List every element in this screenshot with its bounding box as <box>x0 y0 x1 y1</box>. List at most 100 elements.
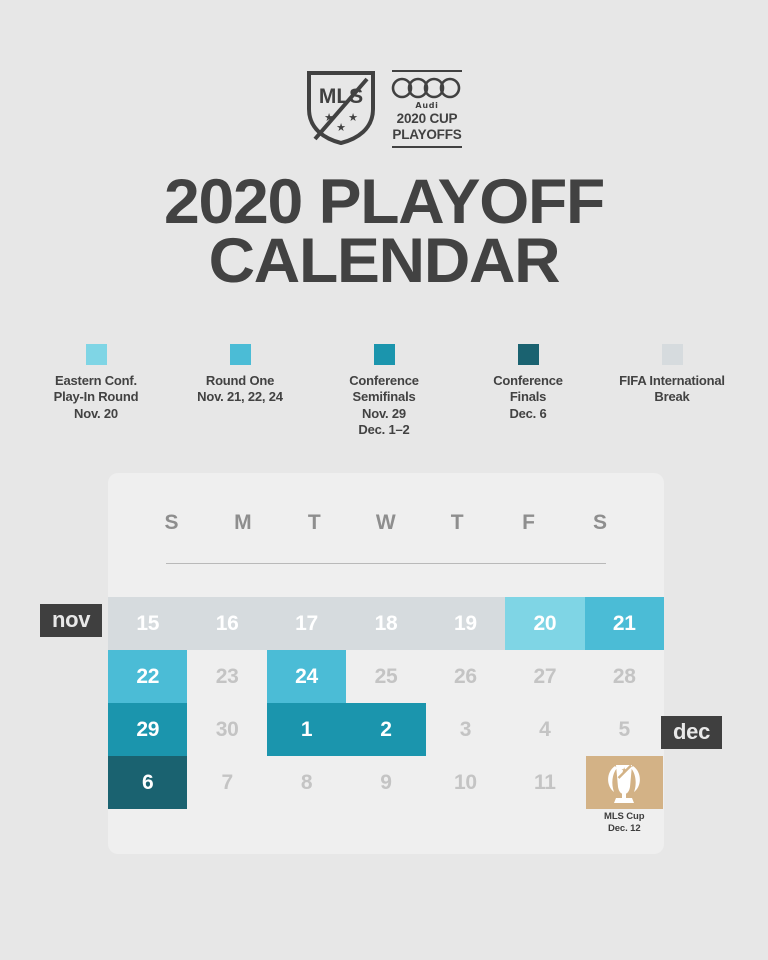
calendar-day-cell[interactable]: 5 <box>585 703 664 756</box>
legend-item-play-in: Eastern Conf. Play-In Round Nov. 20 <box>24 344 168 422</box>
calendar-day-cell[interactable]: 25 <box>346 650 425 703</box>
legend-item-fifa-break: FIFA International Break <box>600 344 744 406</box>
day-number: 5 <box>618 717 631 741</box>
mls-cup-cell[interactable]: ★ MLS Cup Dec. 12 <box>585 756 664 834</box>
day-number: 26 <box>454 664 477 688</box>
day-header-sun: S <box>164 511 179 534</box>
audi-top-rule <box>392 70 462 72</box>
audi-rings-icon <box>391 77 461 99</box>
mls-shield-icon: MLS ★ ★ ★ <box>307 71 375 146</box>
day-number: 19 <box>454 611 477 635</box>
calendar-day-cell[interactable]: 11 <box>505 756 584 809</box>
logo-lockup: MLS ★ ★ ★ Audi 2020 CUP PLAYOFFS <box>0 68 768 149</box>
calendar-day-cell[interactable]: 9 <box>346 756 425 809</box>
legend-item-conference-finals: Conference Finals Dec. 6 <box>456 344 600 422</box>
day-number: 30 <box>215 717 239 741</box>
calendar-day-cell[interactable]: 19 <box>425 597 506 650</box>
calendar-day-cell[interactable]: 20 <box>505 597 585 650</box>
calendar-day-cell[interactable]: 23 <box>187 650 266 703</box>
calendar-day-cell[interactable]: 18 <box>346 597 426 650</box>
calendar-day-cell[interactable]: 29 <box>108 703 188 756</box>
day-number: 6 <box>142 770 154 794</box>
calendar-day-cell[interactable]: 16 <box>187 597 267 650</box>
legend-item-round-one: Round One Nov. 21, 22, 24 <box>168 344 312 406</box>
audi-cup-line2: PLAYOFFS <box>392 127 462 143</box>
day-number: 15 <box>136 611 160 635</box>
mls-cup-caption: MLS Cup Dec. 12 <box>585 811 664 835</box>
audi-wordmark: Audi <box>415 101 439 110</box>
page-title: 2020 PLAYOFF CALENDAR <box>0 171 768 296</box>
day-header-fri: F <box>522 511 536 534</box>
calendar-day-cell[interactable]: 4 <box>505 703 584 756</box>
day-number: 9 <box>380 770 392 794</box>
legend-swatch-conference-finals <box>517 344 539 365</box>
calendar-day-cell[interactable]: 15 <box>108 597 188 650</box>
day-number: 7 <box>221 770 233 794</box>
legend-swatch-conference-semifinals <box>373 344 395 365</box>
legend-label-play-in: Eastern Conf. Play-In Round <box>53 373 139 405</box>
calendar-day-cell[interactable]: 28 <box>585 650 664 703</box>
mls-cup-trophy-icon: ★ <box>608 764 641 803</box>
day-number: 20 <box>533 611 557 635</box>
legend-swatch-fifa-break <box>661 344 683 365</box>
day-number: 24 <box>295 664 318 688</box>
legend-swatch-round-one <box>229 344 251 365</box>
calendar-day-cell[interactable]: 22 <box>108 650 188 703</box>
calendar-header-divider <box>166 563 606 564</box>
calendar-panel: S M T W T F S 15 16 17 18 19 20 21 22 23… <box>108 473 664 854</box>
calendar-day-cell[interactable]: 6 <box>108 756 188 809</box>
calendar-day-cell[interactable]: 1 <box>266 703 347 756</box>
day-number: 27 <box>533 664 557 688</box>
audi-playoffs-lockup: Audi 2020 CUP PLAYOFFS <box>391 68 463 149</box>
day-number: 17 <box>295 611 318 635</box>
day-number: 16 <box>215 611 239 635</box>
legend-dates-play-in: Nov. 20 <box>74 405 118 421</box>
calendar-weeks: 15 16 17 18 19 20 21 22 23 24 25 26 27 2… <box>108 597 664 834</box>
svg-text:★: ★ <box>348 112 358 124</box>
day-number: 1 <box>300 717 313 741</box>
calendar-day-cell[interactable]: 30 <box>187 703 266 756</box>
calendar-week-row: 22 23 24 25 26 27 28 <box>108 650 664 703</box>
calendar-day-cell[interactable]: 21 <box>584 597 664 650</box>
day-number: 2 <box>380 717 392 741</box>
mls-cup-label: MLS Cup <box>604 811 645 822</box>
page-title-line2: CALENDAR <box>208 225 561 296</box>
day-number: 10 <box>454 770 477 794</box>
calendar-day-cell[interactable]: 7 <box>187 756 266 809</box>
day-number: 8 <box>300 770 313 794</box>
month-tag-dec: dec <box>661 716 723 749</box>
calendar-day-cell[interactable]: 3 <box>426 703 505 756</box>
calendar-day-cell[interactable]: 27 <box>505 650 584 703</box>
calendar-day-cell[interactable]: 2 <box>346 703 426 756</box>
day-header-sat: S <box>592 511 608 534</box>
day-number: 28 <box>612 664 636 688</box>
legend-label-conference-semifinals: Conference Semifinals <box>349 373 419 405</box>
day-number: 18 <box>374 611 398 635</box>
legend-label-conference-finals: Conference Finals <box>493 373 563 405</box>
playoff-calendar-page: MLS ★ ★ ★ Audi 2020 CUP PLAYOFFS 2020 PL… <box>0 0 768 960</box>
legend-dates-conference-finals: Dec. 6 <box>509 405 547 421</box>
day-header-tue: T <box>307 511 322 534</box>
day-header-thu: T <box>450 511 465 534</box>
day-number: 3 <box>459 717 472 741</box>
calendar-day-cell[interactable]: 10 <box>426 756 505 809</box>
day-number: 4 <box>539 717 551 741</box>
day-number: 29 <box>136 717 160 741</box>
day-header-wed: W <box>375 511 397 534</box>
legend-swatch-play-in <box>85 344 107 365</box>
calendar-day-cell[interactable]: 24 <box>266 650 347 703</box>
svg-text:★: ★ <box>336 122 346 134</box>
month-tag-nov: nov <box>40 604 103 637</box>
day-number: 21 <box>612 611 636 635</box>
mls-cup-date: Dec. 12 <box>607 822 641 834</box>
calendar-day-cell[interactable]: 17 <box>266 597 347 650</box>
calendar-day-cell[interactable]: 8 <box>267 756 346 809</box>
calendar-week-row: 29 30 1 2 3 4 5 <box>108 703 664 756</box>
legend-item-conference-semifinals: Conference Semifinals Nov. 29 Dec. 1–2 <box>312 344 456 438</box>
day-header-mon: M <box>234 511 253 534</box>
calendar-day-cell[interactable]: 26 <box>426 650 505 703</box>
day-number: 22 <box>136 664 160 688</box>
mls-cup-swatch: ★ <box>585 756 664 809</box>
audi-bottom-rule <box>392 146 462 149</box>
audi-cup-line1: 2020 CUP <box>396 111 458 126</box>
